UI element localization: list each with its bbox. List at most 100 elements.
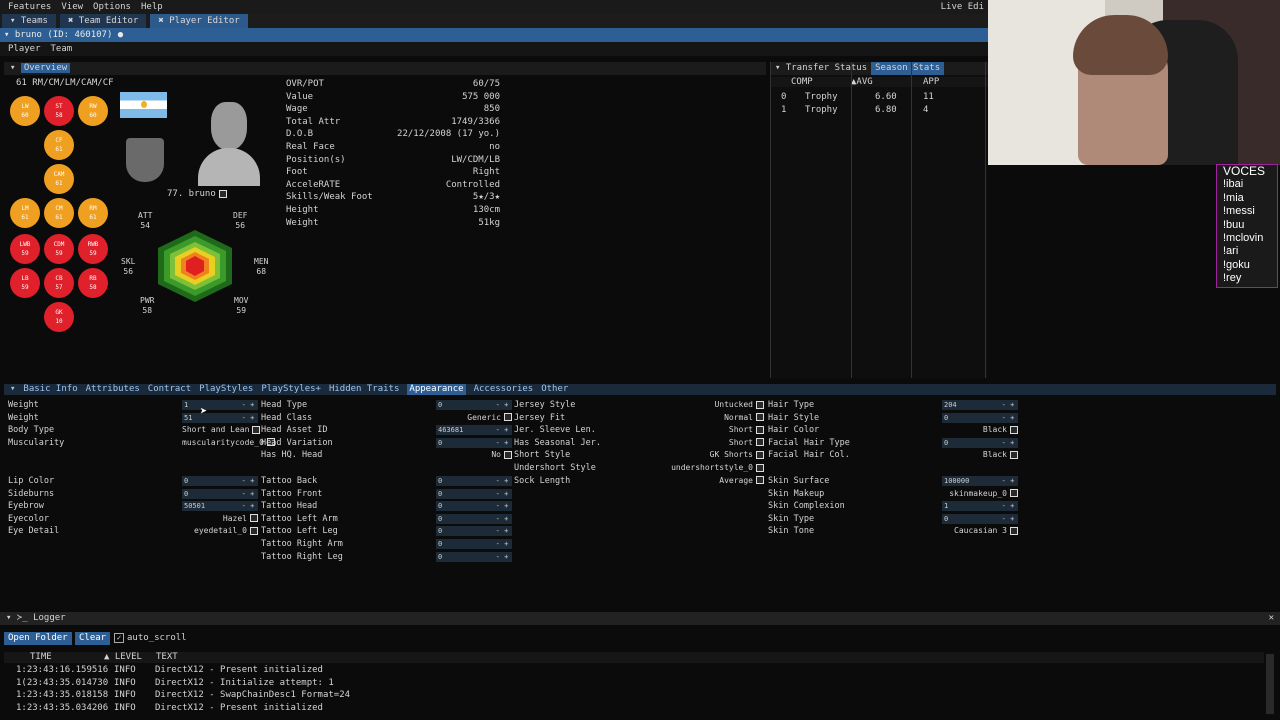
col-comp[interactable]: COMP [791,77,813,87]
close-icon[interactable]: ✕ [1269,612,1274,625]
edit-icon[interactable] [1010,489,1018,498]
stepper-icon[interactable]: - + [492,539,512,549]
stepper-icon[interactable]: - + [492,425,512,435]
edit-icon[interactable] [756,438,764,447]
field-value[interactable]: Short [618,424,764,436]
stepper-icon[interactable]: - + [238,501,258,511]
field-value[interactable]: Black [942,449,1018,461]
edit-icon[interactable] [218,189,227,198]
field-value[interactable]: GK Shorts [618,449,764,461]
tab-playstyles[interactable]: PlayStyles [199,384,253,395]
edit-icon[interactable] [1010,425,1018,434]
stepper-icon[interactable]: - + [492,400,512,410]
stepper-icon[interactable]: - + [492,438,512,448]
subtab-team[interactable]: Team [51,42,73,56]
clear-button[interactable]: Clear [75,632,111,645]
field-value[interactable]: Hazel [182,513,258,525]
field-value[interactable]: Black [942,424,1018,436]
edit-icon[interactable] [756,413,764,422]
field-input[interactable]: 0 - + [436,539,512,549]
field-input[interactable]: 0 - + [436,437,512,448]
season-stats-row[interactable]: 0 Trophy 6.60 11 [771,92,989,104]
col-app[interactable]: APP [923,77,939,87]
tab-attributes[interactable]: Attributes [86,384,140,395]
tab-accessories[interactable]: Accessories [474,384,534,395]
edit-icon[interactable] [250,526,258,535]
field-input[interactable]: 0 - + [182,476,258,486]
edit-icon[interactable] [250,514,258,523]
edit-icon[interactable] [756,400,764,409]
open-folder-button[interactable]: Open Folder [4,632,72,645]
field-value[interactable]: Caucasian 3 [942,525,1018,537]
field-value[interactable]: eyedetail_0 [182,525,258,537]
field-input[interactable]: 50501 - + [182,501,258,512]
tab-player-editor[interactable]: ✖ Player Editor [150,14,248,28]
stepper-icon[interactable]: - + [998,400,1018,410]
field-value[interactable]: Short [618,437,764,449]
menu-options[interactable]: Options [93,0,131,14]
logger-header[interactable]: ▾ ≻_ Logger ✕ [0,612,1280,625]
edit-icon[interactable] [756,476,764,485]
field-input[interactable]: 0 - + [942,412,1018,423]
tab-basic-info[interactable]: Basic Info [23,384,77,395]
field-value[interactable]: No [436,449,512,461]
edit-icon[interactable] [504,413,512,422]
stepper-icon[interactable]: - + [492,501,512,511]
stepper-icon[interactable]: - + [492,552,512,562]
field-value[interactable]: Short and Lean [182,424,261,436]
field-input[interactable]: 0 - + [436,488,512,499]
tab-contract[interactable]: Contract [148,384,191,395]
stepper-icon[interactable]: - + [238,413,258,423]
field-input[interactable]: 0 - + [436,526,512,537]
auto-scroll-checkbox[interactable]: ✓ auto_scroll [114,632,187,645]
edit-icon[interactable] [252,425,261,434]
stepper-icon[interactable]: - + [492,476,512,486]
field-value[interactable]: undershortstyle_0 [618,462,764,474]
player-title-bar[interactable]: ▾ bruno (ID: 460107) ● [0,28,988,42]
edit-icon[interactable] [504,450,512,459]
tab-hidden-traits[interactable]: Hidden Traits [329,384,399,395]
edit-icon[interactable] [756,425,764,434]
field-input[interactable]: 100000 - + [942,476,1018,486]
field-value[interactable]: Normal [618,412,764,424]
stepper-icon[interactable]: - + [238,489,258,499]
collapse-icon[interactable]: ▾ [10,384,15,395]
field-input[interactable]: 0 - + [436,501,512,512]
tab-team-editor[interactable]: ✖ Team Editor [59,14,147,28]
field-input[interactable]: 1 - + [942,501,1018,512]
menu-features[interactable]: Features [8,0,51,14]
field-input[interactable]: 0 - + [436,513,512,524]
subtab-player[interactable]: Player [8,42,41,56]
stepper-icon[interactable]: - + [998,438,1018,448]
stepper-icon[interactable]: - + [492,514,512,524]
tab-playstyles-[interactable]: PlayStyles+ [261,384,321,395]
tab-other[interactable]: Other [541,384,568,395]
tab-appearance[interactable]: Appearance [407,384,466,395]
field-input[interactable]: 0 - + [182,488,258,499]
field-input[interactable]: 204 - + [942,400,1018,410]
field-input[interactable]: 51 - + [182,412,258,423]
stepper-icon[interactable]: - + [492,489,512,499]
field-input[interactable]: 0 - + [942,513,1018,524]
field-input[interactable]: 0 - + [436,400,512,410]
tab-season-stats[interactable]: Season Stats [871,62,945,75]
field-value[interactable]: Generic [436,412,512,424]
field-value[interactable]: skinmakeup_0 [942,488,1018,500]
season-stats-row[interactable]: 1 Trophy 6.80 4 [771,105,989,117]
menu-view[interactable]: View [61,0,83,14]
menu-live-editor[interactable]: Live Edi [941,0,988,14]
edit-icon[interactable] [1010,526,1018,535]
field-input[interactable]: 1 - + [182,400,258,410]
tab-teams[interactable]: ▾ Teams [2,14,56,28]
col-avg[interactable]: ▲AVG [851,77,873,87]
stepper-icon[interactable]: - + [998,514,1018,524]
field-input[interactable]: 0 - + [942,437,1018,448]
field-value[interactable]: muscularitycode_0 [182,437,275,449]
field-value[interactable]: Average [618,475,764,487]
field-input[interactable]: 0 - + [436,476,512,486]
overview-header[interactable]: ▾ Overview [4,62,766,75]
col-time[interactable]: TIME [30,652,52,663]
edit-icon[interactable] [756,463,764,472]
log-scrollbar[interactable] [1266,654,1274,714]
stepper-icon[interactable]: - + [998,476,1018,486]
